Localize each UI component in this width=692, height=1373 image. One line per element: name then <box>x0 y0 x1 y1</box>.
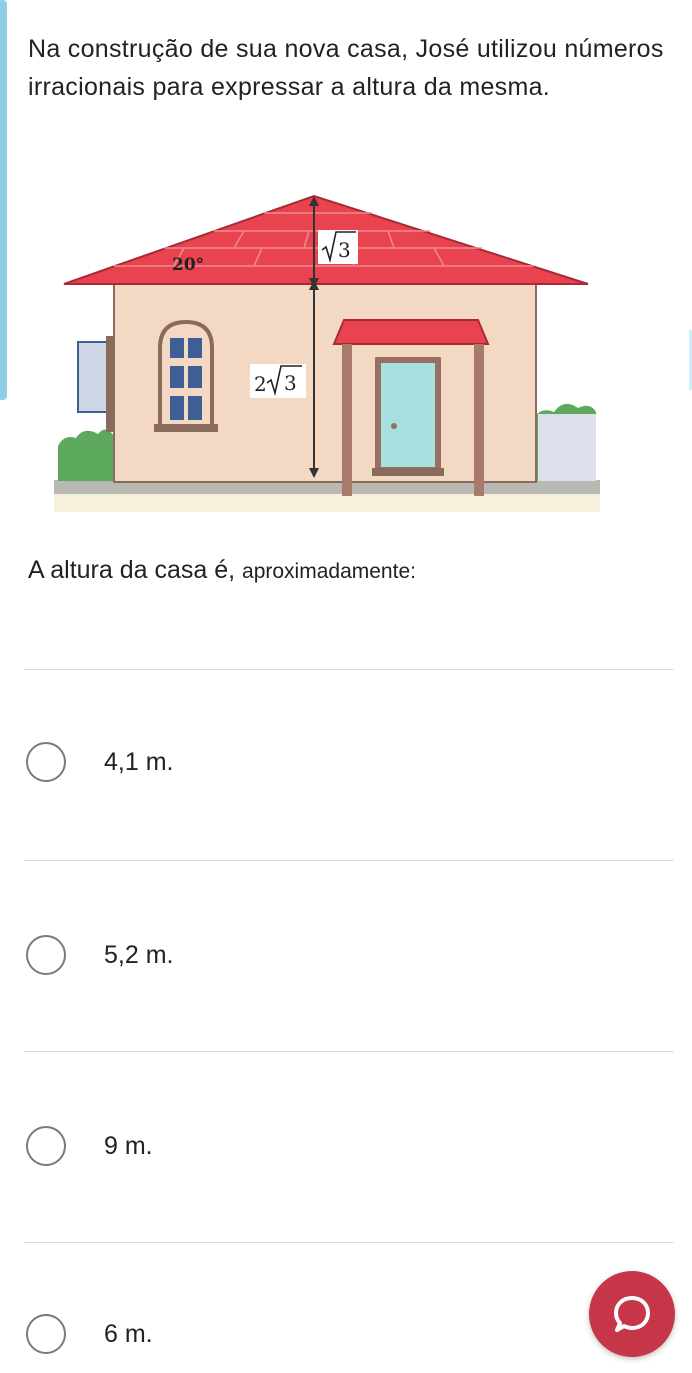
prompt-small: aproximadamente: <box>242 560 416 583</box>
door-knob <box>391 423 397 429</box>
window-sill <box>154 424 218 432</box>
radio-button[interactable] <box>26 742 66 782</box>
house-door <box>375 357 441 473</box>
answer-option-4[interactable]: 6 m. <box>26 1309 626 1359</box>
house-window <box>158 319 214 428</box>
question-text: Na construção de sua nova casa, José uti… <box>28 35 664 101</box>
side-shutter <box>77 341 111 413</box>
answer-option-label: 5,2 m. <box>104 940 174 969</box>
porch-post-right <box>474 344 484 496</box>
answer-option-label: 9 m. <box>104 1131 153 1160</box>
right-fence <box>538 414 596 481</box>
radio-button[interactable] <box>26 1314 66 1354</box>
question-prompt: A altura da casa é, aproximadamente: <box>28 556 416 585</box>
wall-height-radicand: 3 <box>284 371 297 395</box>
answer-option-label: 4,1 m. <box>104 747 174 776</box>
answer-option-2[interactable]: 5,2 m. <box>26 930 626 980</box>
answer-option-label: 6 m. <box>104 1319 153 1348</box>
porch-roof <box>332 319 490 345</box>
porch-post-left <box>342 344 352 496</box>
divider <box>24 1051 674 1052</box>
radio-button[interactable] <box>26 935 66 975</box>
answer-option-3[interactable]: 9 m. <box>26 1121 626 1171</box>
chat-button[interactable] <box>589 1271 675 1357</box>
roof-height-radicand: 3 <box>338 238 351 262</box>
left-bush <box>58 429 114 481</box>
angle-label: 20° <box>172 255 204 275</box>
door-step <box>372 468 444 476</box>
wall-height-coef: 2 <box>254 372 267 396</box>
shutter-post <box>106 336 114 432</box>
house-illustration: 20° 3 2 3 <box>54 194 600 512</box>
divider <box>24 1242 674 1243</box>
left-accent-bar <box>0 0 7 400</box>
prompt-main: A altura da casa é, <box>28 556 243 584</box>
radio-button[interactable] <box>26 1126 66 1166</box>
divider <box>24 669 674 670</box>
chat-bubble-icon <box>614 1296 650 1332</box>
answer-option-1[interactable]: 4,1 m. <box>26 737 626 787</box>
divider <box>24 860 674 861</box>
